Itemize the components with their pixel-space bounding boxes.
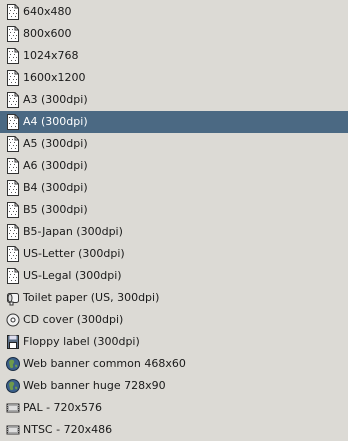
menu-item-label: Web banner common 468x60 — [23, 357, 186, 370]
document-icon — [6, 26, 20, 42]
menu-item-label: US-Letter (300dpi) — [23, 247, 125, 260]
document-icon — [6, 136, 20, 152]
video-icon — [6, 422, 20, 438]
document-icon — [6, 70, 20, 86]
document-icon — [6, 4, 20, 20]
document-icon — [6, 246, 20, 262]
menu-item[interactable]: B5 (300dpi) — [0, 199, 348, 221]
document-icon — [6, 48, 20, 64]
menu-item[interactable]: A3 (300dpi) — [0, 89, 348, 111]
menu-item[interactable]: Toilet paper (US, 300dpi) — [0, 287, 348, 309]
document-icon — [6, 114, 20, 130]
menu-item[interactable]: 640x480 — [0, 1, 348, 23]
menu-item-label: NTSC - 720x486 — [23, 423, 113, 436]
document-icon — [6, 202, 20, 218]
menu-item-label: 1600x1200 — [23, 71, 86, 84]
document-icon — [6, 180, 20, 196]
menu-item[interactable]: US-Letter (300dpi) — [0, 243, 348, 265]
menu-item[interactable]: 1024x768 — [0, 45, 348, 67]
menu-item[interactable]: PAL - 720x576 — [0, 397, 348, 419]
menu-item[interactable]: A4 (300dpi) — [0, 111, 348, 133]
document-icon — [6, 268, 20, 284]
menu-item-label: 640x480 — [23, 5, 72, 18]
menu-item-label: B5 (300dpi) — [23, 203, 88, 216]
menu-item[interactable]: B5-Japan (300dpi) — [0, 221, 348, 243]
menu-item-label: Web banner huge 728x90 — [23, 379, 166, 392]
document-icon — [6, 92, 20, 108]
menu-item[interactable]: CD cover (300dpi) — [0, 309, 348, 331]
menu-item-label: B5-Japan (300dpi) — [23, 225, 123, 238]
menu-item[interactable]: Floppy label (300dpi) — [0, 331, 348, 353]
menu-item[interactable]: A6 (300dpi) — [0, 155, 348, 177]
menu-item[interactable]: US-Legal (300dpi) — [0, 265, 348, 287]
menu-item-label: A4 (300dpi) — [23, 115, 88, 128]
menu-item[interactable]: Web banner common 468x60 — [0, 353, 348, 375]
document-icon — [6, 158, 20, 174]
menu-item-label: B4 (300dpi) — [23, 181, 88, 194]
video-icon — [6, 400, 20, 416]
menu-item[interactable]: 1600x1200 — [0, 67, 348, 89]
globe-icon — [6, 378, 20, 394]
menu-item[interactable]: 800x600 — [0, 23, 348, 45]
menu-item-label: CD cover (300dpi) — [23, 313, 124, 326]
menu-item-label: Floppy label (300dpi) — [23, 335, 140, 348]
menu-item-label: A6 (300dpi) — [23, 159, 88, 172]
menu-item[interactable]: Web banner huge 728x90 — [0, 375, 348, 397]
menu-item-label: US-Legal (300dpi) — [23, 269, 122, 282]
menu-item-label: A3 (300dpi) — [23, 93, 88, 106]
menu-item-label: 800x600 — [23, 27, 72, 40]
document-icon — [6, 224, 20, 240]
menu-item-label: A5 (300dpi) — [23, 137, 88, 150]
toilet-paper-icon — [6, 290, 20, 306]
globe-icon — [6, 356, 20, 372]
template-menu: 640x480 800x600 1024x768 1600x1200 A3 (300dp… — [0, 1, 348, 441]
menu-item-label: Toilet paper (US, 300dpi) — [23, 291, 160, 304]
menu-item-label: PAL - 720x576 — [23, 401, 103, 414]
menu-item[interactable]: NTSC - 720x486 — [0, 419, 348, 441]
menu-item[interactable]: B4 (300dpi) — [0, 177, 348, 199]
menu-item-label: 1024x768 — [23, 49, 79, 62]
menu-item[interactable]: A5 (300dpi) — [0, 133, 348, 155]
floppy-icon — [6, 334, 20, 350]
cd-icon — [6, 312, 20, 328]
